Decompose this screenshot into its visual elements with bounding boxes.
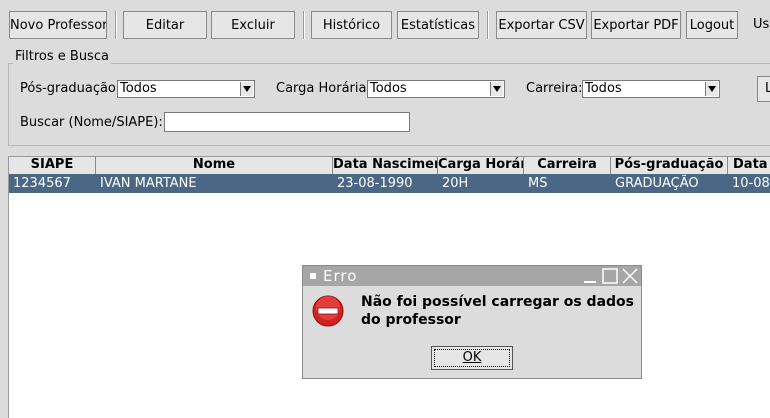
cell-siape: 1234567	[13, 176, 71, 191]
column-header-pos-graduacao[interactable]: Pós-graduação	[611, 157, 728, 174]
close-icon[interactable]	[621, 267, 639, 285]
minimize-icon[interactable]	[581, 267, 599, 285]
limpar-button[interactable]: L	[757, 76, 770, 102]
column-header-data-nascimento[interactable]: Data Nascimento	[333, 157, 438, 174]
carreira-select[interactable]: Todos	[582, 80, 720, 98]
window-menu-icon[interactable]	[310, 273, 316, 279]
historico-button[interactable]: Histórico	[311, 11, 392, 39]
column-header-siape[interactable]: SIAPE	[9, 157, 96, 174]
estatisticas-button[interactable]: Estatísticas	[397, 11, 479, 39]
logout-button[interactable]: Logout	[686, 11, 738, 39]
exportar-pdf-button[interactable]: Exportar PDF	[591, 11, 681, 39]
cell-pos-graduacao: GRADUAÇÃO	[615, 176, 699, 191]
chevron-down-icon	[705, 82, 718, 96]
dialog-title: Erro	[323, 267, 358, 285]
dialog-titlebar[interactable]: Erro	[303, 266, 641, 286]
excluir-button[interactable]: Excluir	[211, 11, 295, 39]
toolbar-separator	[303, 11, 305, 39]
chevron-down-icon	[490, 82, 503, 96]
filters-panel	[8, 63, 770, 146]
carga-horaria-value: Todos	[370, 81, 407, 96]
cell-data-nascimento: 23-08-1990	[337, 176, 413, 191]
cell-carga-horaria: 20H	[442, 176, 469, 191]
column-header-carga-horaria[interactable]: Carga Horária	[438, 157, 524, 174]
exportar-csv-button[interactable]: Exportar CSV	[496, 11, 587, 39]
editar-button[interactable]: Editar	[123, 11, 207, 39]
search-input[interactable]	[164, 112, 410, 132]
carreira-label: Carreira:	[526, 81, 583, 96]
pos-graduacao-value: Todos	[120, 81, 157, 96]
table-row[interactable]: 1234567 IVAN MARTANE 23-08-1990 20H MS G…	[9, 174, 770, 193]
error-dialog: Erro Não foi possível carregar os dados …	[302, 265, 642, 379]
cell-nome: IVAN MARTANE	[100, 176, 197, 191]
table-header: SIAPE Nome Data Nascimento Carga Horária…	[9, 157, 770, 175]
error-message: Não foi possível carregar os dados do pr…	[361, 294, 634, 328]
carreira-value: Todos	[585, 81, 622, 96]
column-header-carreira[interactable]: Carreira	[524, 157, 611, 174]
pos-graduacao-select[interactable]: Todos	[117, 80, 255, 98]
ok-button[interactable]: OK	[431, 346, 513, 370]
carga-horaria-label: Carga Horária:	[276, 81, 371, 96]
novo-professor-button[interactable]: Novo Professor	[9, 11, 107, 39]
chevron-down-icon	[240, 82, 253, 96]
filters-legend: Filtros e Busca	[13, 49, 111, 64]
carga-horaria-select[interactable]: Todos	[367, 80, 505, 98]
cell-data: 10-08-	[732, 176, 770, 191]
maximize-icon[interactable]	[601, 267, 619, 285]
cell-carreira: MS	[528, 176, 548, 191]
error-icon	[312, 295, 344, 327]
pos-graduacao-label: Pós-graduação:	[20, 81, 121, 96]
buscar-label: Buscar (Nome/SIAPE):	[20, 115, 163, 130]
toolbar-separator	[487, 11, 489, 39]
toolbar: Novo Professor Editar Excluir Histórico …	[0, 0, 770, 50]
ok-label: OK	[462, 350, 482, 365]
toolbar-separator	[115, 11, 117, 39]
column-header-data[interactable]: Data	[728, 157, 770, 174]
column-header-nome[interactable]: Nome	[96, 157, 333, 174]
usuario-label: Us	[753, 17, 770, 32]
